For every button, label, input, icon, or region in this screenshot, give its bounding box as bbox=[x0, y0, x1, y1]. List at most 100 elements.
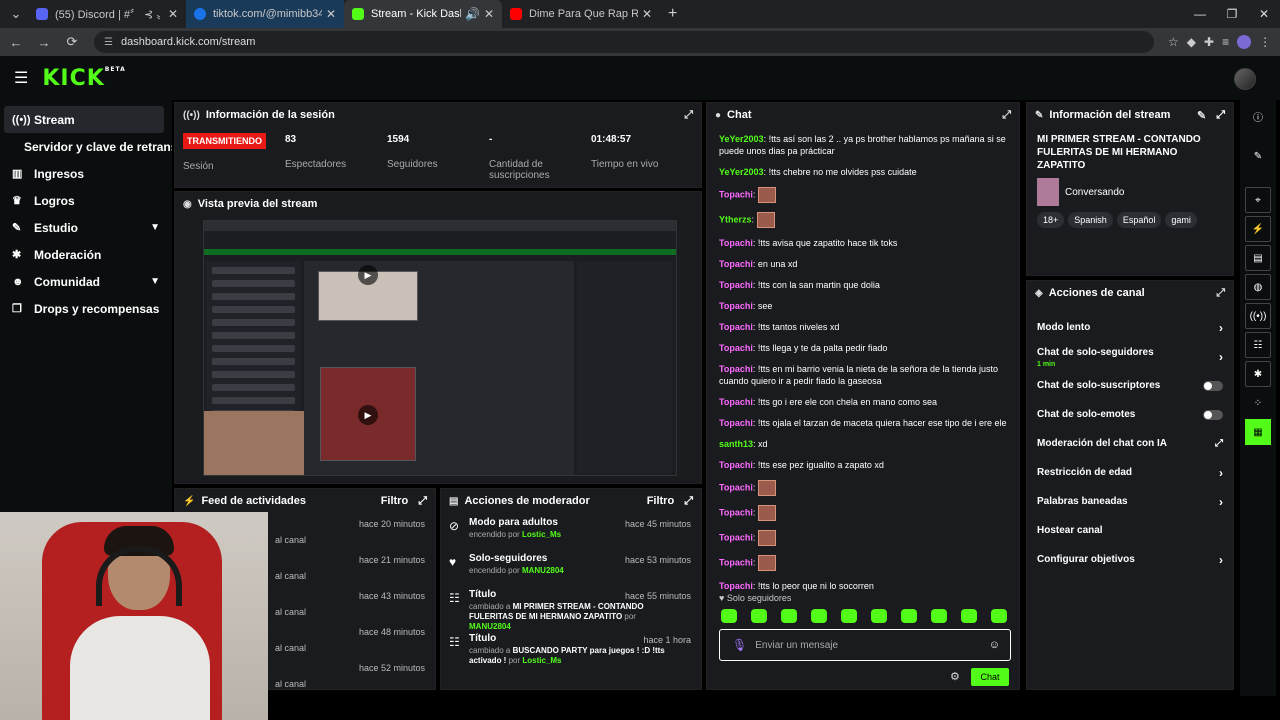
expand-icon[interactable]: ⤢ bbox=[1002, 109, 1011, 122]
emoji-icon[interactable]: ☺ bbox=[989, 639, 1000, 651]
emote-icon[interactable] bbox=[781, 609, 797, 623]
channel-action[interactable]: Chat de solo-suscriptores bbox=[1027, 371, 1233, 400]
expand-icon[interactable]: ⤢ bbox=[684, 495, 693, 508]
emote-icon[interactable] bbox=[961, 609, 977, 623]
hamburger-menu-icon[interactable]: ☰ bbox=[14, 68, 28, 88]
channel-action[interactable]: Hostear canal bbox=[1027, 516, 1233, 545]
puzzle-icon[interactable]: ✚ bbox=[1204, 35, 1214, 49]
user-avatar[interactable] bbox=[1234, 68, 1256, 90]
clapper-icon[interactable]: ▦ bbox=[1245, 419, 1271, 445]
emote-icon[interactable] bbox=[901, 609, 917, 623]
browser-tab-discord[interactable]: (55) Discord | #〞 ⊰ 〟clips-de-el ✕ bbox=[28, 0, 186, 28]
tag[interactable]: Spanish bbox=[1068, 212, 1113, 228]
chat-username[interactable]: Topachi bbox=[719, 364, 753, 374]
sidebar-item-moderacion[interactable]: ✱ Moderación bbox=[0, 241, 172, 268]
chat-username[interactable]: Topachi bbox=[719, 532, 753, 542]
toggle-switch[interactable] bbox=[1203, 409, 1223, 420]
close-tab-icon[interactable]: ✕ bbox=[326, 7, 336, 21]
sidebar-item-drops[interactable]: ❒ Drops y recompensas bbox=[0, 295, 172, 322]
chat-username[interactable]: Topachi bbox=[719, 322, 753, 332]
close-tab-icon[interactable]: ✕ bbox=[642, 7, 652, 21]
filter-button[interactable]: Filtro bbox=[381, 495, 409, 507]
chat-username[interactable]: Topachi bbox=[719, 460, 753, 470]
channel-action[interactable]: Modo lento › bbox=[1027, 313, 1233, 342]
sidebar-item-logros[interactable]: ♛ Logros bbox=[0, 187, 172, 214]
chat-username[interactable]: Topachi bbox=[719, 189, 753, 199]
kick-logo[interactable]: KICKBETA bbox=[42, 66, 125, 91]
expand-icon[interactable]: ⤢ bbox=[1216, 287, 1225, 300]
forward-icon[interactable]: → bbox=[32, 35, 56, 50]
chat-messages[interactable]: YeYer2003: !tts así son las 2 .. ya ps b… bbox=[719, 133, 1009, 601]
emote-icon[interactable] bbox=[871, 609, 887, 623]
channel-action[interactable]: Configurar objetivos › bbox=[1027, 545, 1233, 574]
chat-send-button[interactable]: Chat bbox=[971, 668, 1009, 686]
maximize-icon[interactable]: ❐ bbox=[1216, 7, 1248, 21]
browser-tab-kick[interactable]: Stream - Kick Dashboard 🔊 ✕ bbox=[344, 0, 502, 28]
media-icon[interactable]: ≡ bbox=[1222, 35, 1229, 49]
edit-icon[interactable]: ✎ bbox=[1197, 109, 1206, 122]
expand-icon[interactable]: ⤢ bbox=[1216, 109, 1225, 122]
expand-icon[interactable]: ⤢ bbox=[418, 495, 427, 508]
close-tab-icon[interactable]: ✕ bbox=[484, 7, 494, 21]
chat-username[interactable]: YeYer2003 bbox=[719, 167, 764, 177]
channel-action[interactable]: Palabras baneadas › bbox=[1027, 487, 1233, 516]
emote-icon[interactable] bbox=[841, 609, 857, 623]
chat-username[interactable]: Topachi bbox=[719, 507, 753, 517]
back-icon[interactable]: ← bbox=[4, 35, 28, 50]
chat-username[interactable]: YeYer2003 bbox=[719, 134, 764, 144]
chat-username[interactable]: Topachi bbox=[719, 581, 753, 591]
close-window-icon[interactable]: ✕ bbox=[1248, 7, 1280, 21]
browser-tab-tiktok[interactable]: tiktok.com/@mimibb345/video ✕ bbox=[186, 0, 344, 28]
chat-icon[interactable]: ◍ bbox=[1245, 274, 1271, 300]
settings-gear-icon[interactable]: ⚙ bbox=[950, 670, 960, 683]
tag[interactable]: Español bbox=[1116, 212, 1162, 228]
new-tab-button[interactable]: + bbox=[668, 5, 677, 23]
chat-username[interactable]: Topachi bbox=[719, 301, 753, 311]
stream-preview-video[interactable]: ▶ ▶ bbox=[203, 220, 677, 476]
expand-icon[interactable]: ⤢ bbox=[684, 109, 693, 122]
sidebar-item-comunidad[interactable]: ☻ Comunidad ▼ bbox=[0, 268, 172, 295]
channel-action[interactable]: Chat de solo-emotes bbox=[1027, 400, 1233, 429]
chat-username[interactable]: Topachi bbox=[719, 343, 753, 353]
mod-username[interactable]: Lostic_Ms bbox=[522, 656, 561, 665]
close-tab-icon[interactable]: ✕ bbox=[168, 7, 178, 21]
pen-icon[interactable]: ✎ bbox=[1245, 143, 1271, 169]
browser-tab-youtube[interactable]: Dime Para Que Rap Romántico ✕ bbox=[502, 0, 660, 28]
chat-username[interactable]: Topachi bbox=[719, 418, 753, 428]
chat-username[interactable]: Topachi bbox=[719, 557, 753, 567]
mod-username[interactable]: MANU2804 bbox=[522, 566, 564, 575]
broadcast-icon[interactable]: ((•)) bbox=[1245, 303, 1271, 329]
emote-icon[interactable] bbox=[751, 609, 767, 623]
chat-username[interactable]: Topachi bbox=[719, 482, 753, 492]
tag[interactable]: 18+ bbox=[1037, 212, 1065, 228]
microphone-icon[interactable]: 🎙 bbox=[732, 638, 747, 652]
chat-username[interactable]: Topachi bbox=[719, 397, 753, 407]
channel-action[interactable]: Restricción de edad › bbox=[1027, 458, 1233, 487]
clip-icon[interactable]: ⌖ bbox=[1245, 187, 1271, 213]
tag[interactable]: gami bbox=[1165, 212, 1197, 228]
sidebar-item-ingresos[interactable]: ▥ Ingresos bbox=[0, 160, 172, 187]
sidebar-item-server-key[interactable]: Servidor y clave de retransmisión bbox=[0, 133, 172, 160]
reload-icon[interactable]: ⟳ bbox=[60, 34, 84, 50]
chat-username[interactable]: Topachi bbox=[719, 238, 753, 248]
channel-action[interactable]: Moderación del chat con IA ⤢ bbox=[1027, 429, 1233, 458]
list-icon[interactable]: ▤ bbox=[1245, 245, 1271, 271]
emote-icon[interactable] bbox=[991, 609, 1007, 623]
channel-action[interactable]: Chat de solo-seguidores 1 min › bbox=[1027, 342, 1233, 371]
chat-username[interactable]: Topachi bbox=[719, 259, 753, 269]
mod-username[interactable]: Lostic_Ms bbox=[522, 530, 561, 539]
profile-icon[interactable] bbox=[1237, 35, 1252, 49]
bookmark-star-icon[interactable]: ☆ bbox=[1168, 35, 1179, 49]
emote-icon[interactable] bbox=[811, 609, 827, 623]
chat-input[interactable]: 🎙 Enviar un mensaje ☺ bbox=[719, 629, 1011, 661]
extension-icon[interactable]: ◆ bbox=[1187, 35, 1196, 49]
site-info-icon[interactable]: ☰ bbox=[104, 37, 113, 48]
minimize-icon[interactable]: — bbox=[1184, 7, 1216, 21]
toggle-switch[interactable] bbox=[1203, 380, 1223, 391]
apps-icon[interactable]: ⁘ bbox=[1245, 390, 1271, 416]
bolt-icon[interactable]: ⚡ bbox=[1245, 216, 1271, 242]
users-icon[interactable]: ☷ bbox=[1245, 332, 1271, 358]
chat-username[interactable]: santh13 bbox=[719, 439, 753, 449]
audio-icon[interactable]: 🔊 bbox=[465, 7, 480, 21]
category-name[interactable]: Conversando bbox=[1065, 187, 1124, 198]
